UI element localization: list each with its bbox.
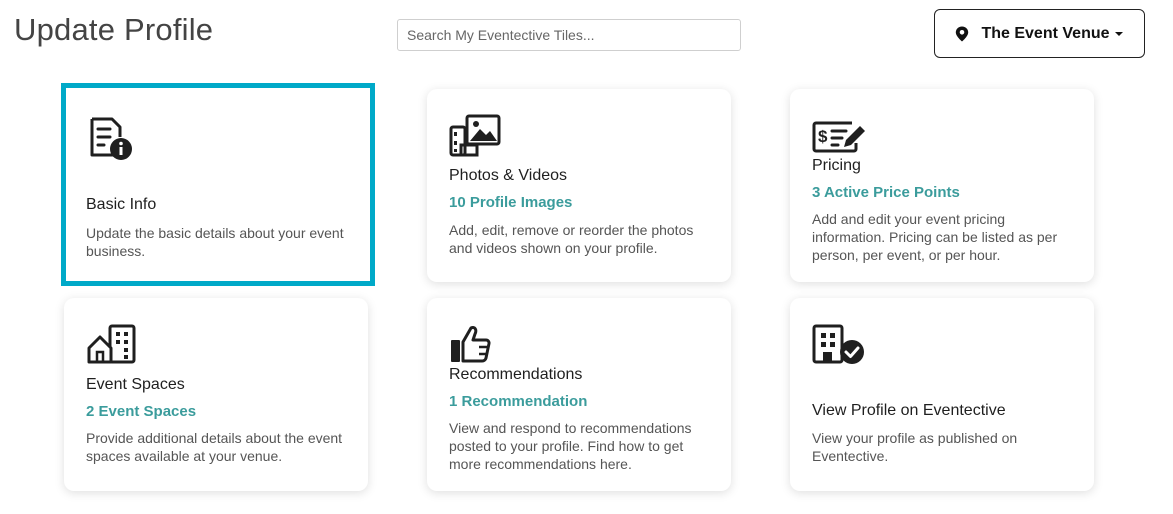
page-title: Update Profile bbox=[14, 12, 214, 47]
tile-description: Add, edit, remove or reorder the photos … bbox=[449, 222, 694, 256]
tile-title: Basic Info bbox=[86, 196, 157, 213]
photos-videos-icon bbox=[449, 114, 501, 157]
tile-title: Photos & Videos bbox=[449, 167, 568, 184]
caret-down-icon bbox=[1114, 31, 1123, 36]
tile-view-profile[interactable]: View Profile on Eventective View your pr… bbox=[790, 298, 1094, 491]
pricing-icon: $ bbox=[812, 121, 865, 153]
tile-count-link[interactable]: 1 Recommendation bbox=[449, 393, 587, 410]
tile-count-link[interactable]: 3 Active Price Points bbox=[812, 184, 960, 201]
tile-title: Pricing bbox=[812, 157, 861, 174]
search-input[interactable] bbox=[397, 19, 741, 51]
tile-description: Add and edit your event pricing informat… bbox=[812, 211, 1058, 263]
event-spaces-icon bbox=[87, 324, 136, 364]
document-info-icon bbox=[90, 117, 132, 160]
tile-title: Event Spaces bbox=[86, 376, 185, 393]
tile-title: Recommendations bbox=[449, 366, 583, 383]
svg-text:$: $ bbox=[818, 127, 828, 146]
tile-count-link[interactable]: 10 Profile Images bbox=[449, 194, 572, 211]
tile-description: Update the basic details about your even… bbox=[86, 225, 344, 259]
tile-basic-info[interactable]: Basic Info Update the basic details abou… bbox=[61, 83, 375, 286]
tile-recommendations[interactable]: Recommendations 1 Recommendation View an… bbox=[427, 298, 731, 491]
tile-description: Provide additional details about the eve… bbox=[86, 430, 343, 464]
thumbs-up-icon bbox=[451, 326, 491, 363]
tile-event-spaces[interactable]: Event Spaces 2 Event Spaces Provide addi… bbox=[64, 298, 368, 491]
building-check-icon bbox=[812, 324, 864, 364]
venue-label: The Event Venue bbox=[981, 24, 1110, 42]
tile-title: View Profile on Eventective bbox=[812, 402, 1006, 419]
map-pin-icon bbox=[956, 26, 969, 41]
tile-count-link[interactable]: 2 Event Spaces bbox=[86, 403, 196, 420]
tile-description: View your profile as published on Evente… bbox=[812, 430, 1018, 464]
tile-description: View and respond to recommendations post… bbox=[449, 420, 692, 472]
tile-photos-videos[interactable]: Photos & Videos 10 Profile Images Add, e… bbox=[427, 89, 731, 282]
tile-pricing[interactable]: $ Pricing 3 Active Price Points Add and … bbox=[790, 89, 1094, 282]
venue-dropdown-button[interactable]: The Event Venue bbox=[934, 9, 1145, 58]
update-profile-page: Update Profile The Event Venue Basic Inf… bbox=[0, 0, 1173, 514]
